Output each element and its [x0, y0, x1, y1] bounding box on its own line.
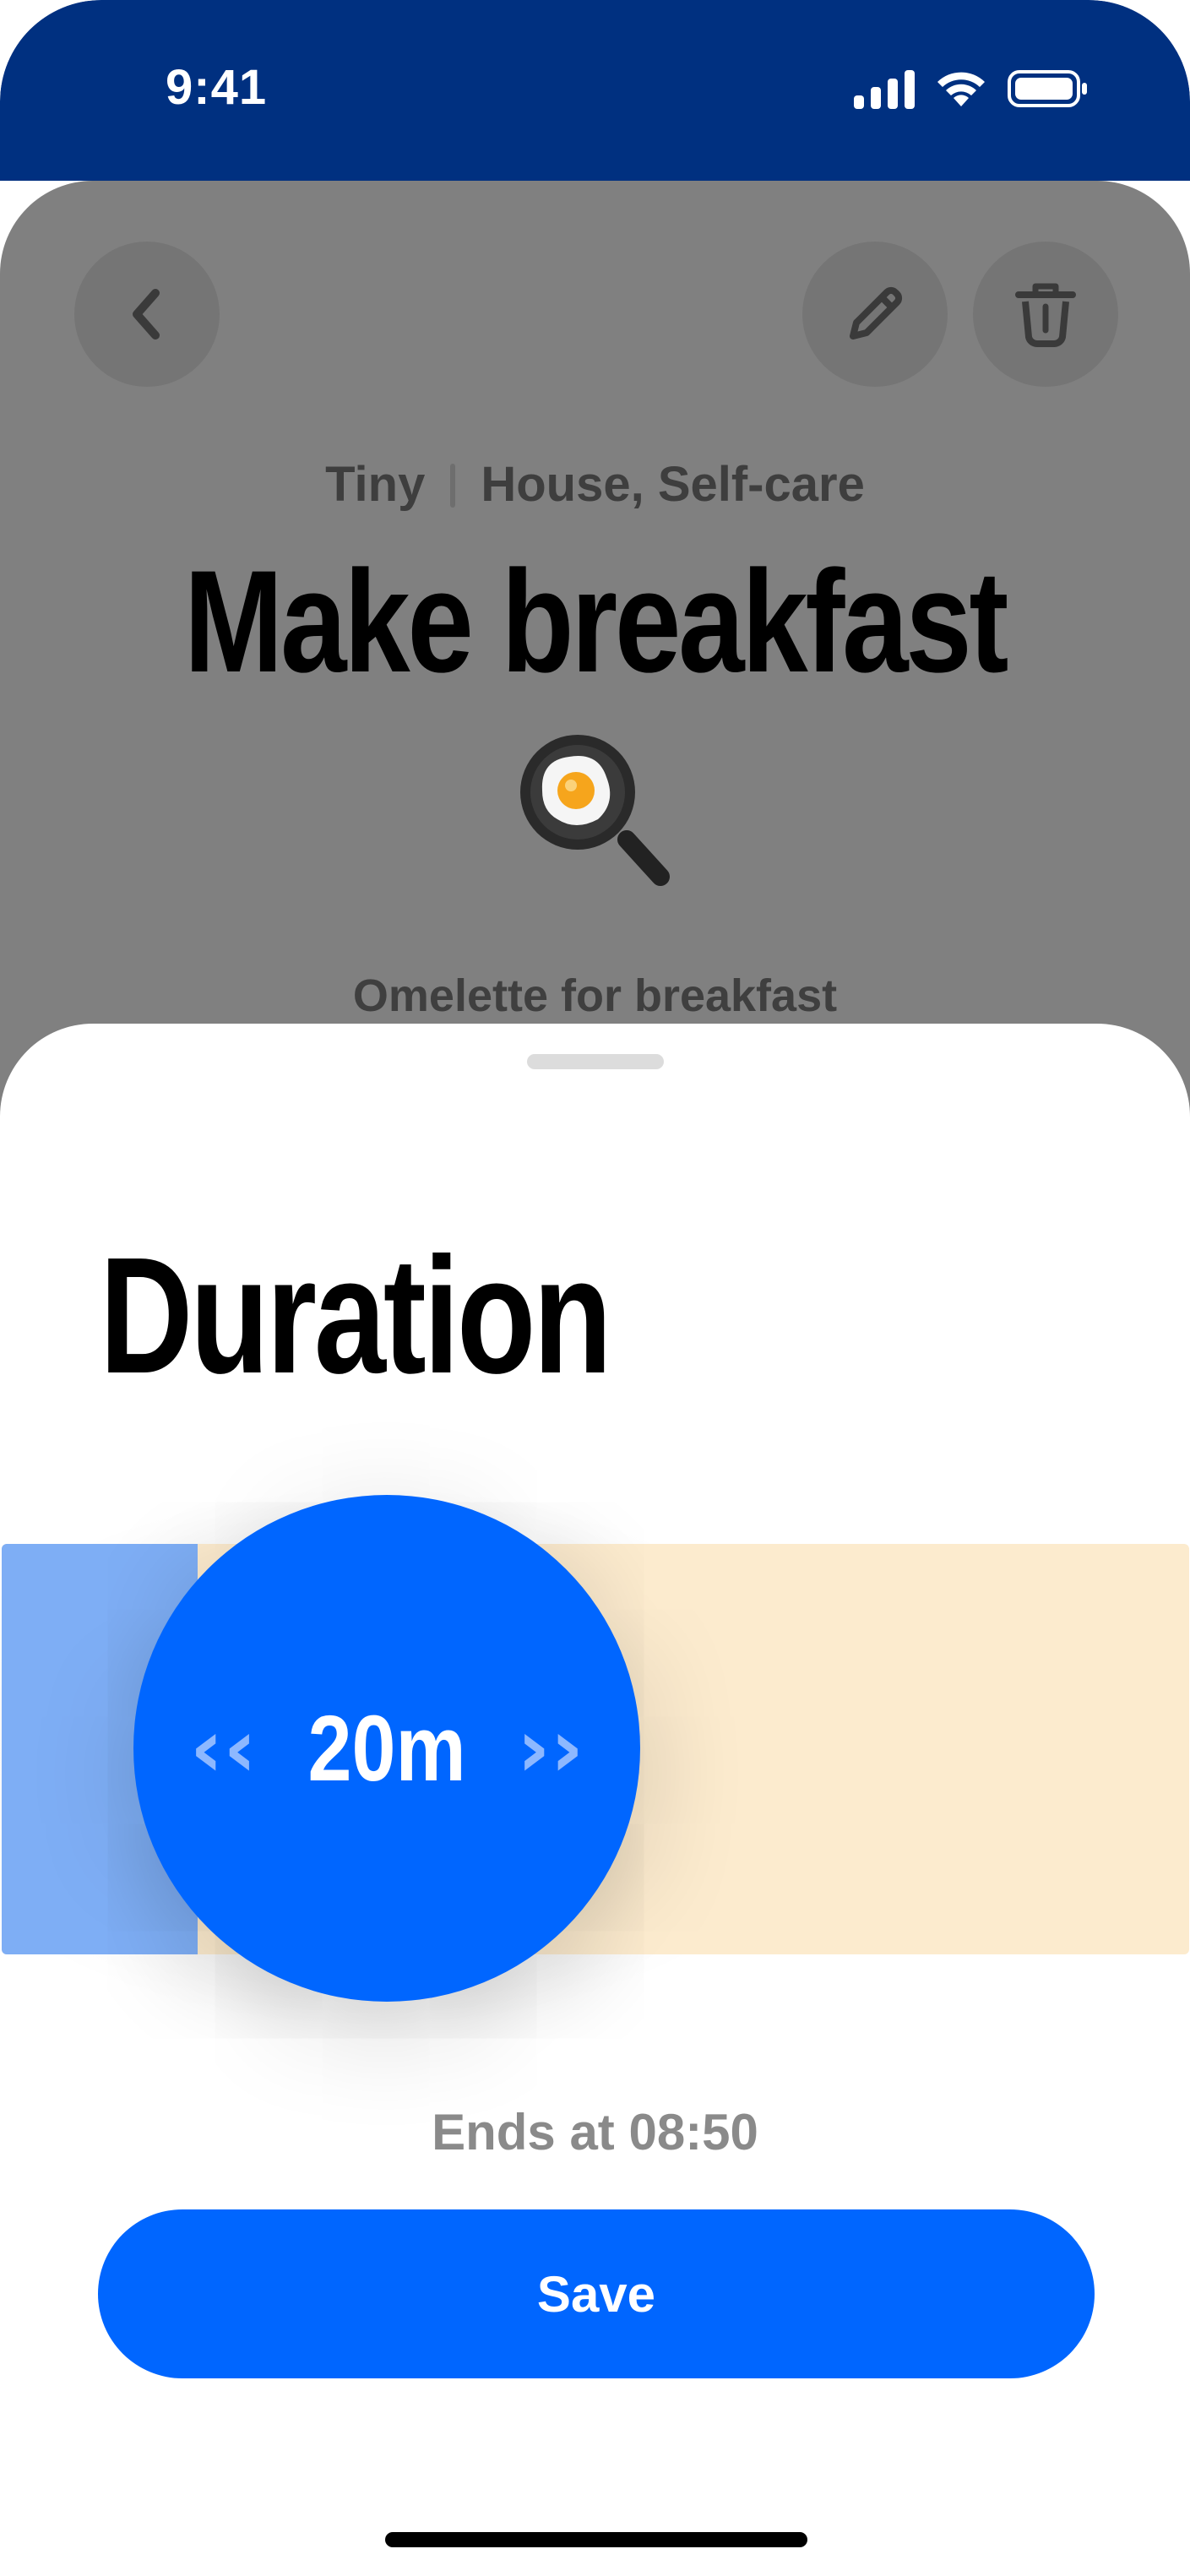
chevrons-right-icon: ››: [517, 1701, 584, 1796]
phone-screen: 9:41 Tiny House, Self-care Make breakfas…: [0, 0, 1190, 2576]
meta-divider: [450, 464, 456, 508]
chevrons-left-icon: ‹‹: [189, 1701, 257, 1796]
pencil-icon: [850, 286, 903, 340]
ends-at-label: Ends at 08:50: [432, 2104, 758, 2160]
sheet-grabber[interactable]: [527, 1054, 664, 1069]
chevron-left-icon: [133, 289, 160, 340]
edit-button[interactable]: [802, 242, 948, 387]
task-note: Omelette for breakfast: [352, 970, 838, 1021]
status-time: 9:41: [166, 60, 268, 115]
duration-value: 20m: [307, 1696, 466, 1801]
frying-pan-egg-icon: [517, 731, 677, 892]
delete-button[interactable]: [973, 242, 1118, 387]
home-indicator: [385, 2532, 807, 2547]
battery-icon: [1008, 69, 1089, 108]
back-button[interactable]: [74, 242, 220, 387]
sheet-title: Duration: [100, 1223, 612, 1408]
task-meta: Tiny House, Self-care: [0, 456, 1190, 513]
trash-icon: [1015, 283, 1076, 347]
wifi-icon: [935, 69, 987, 108]
status-bar: 9:41: [0, 0, 1190, 181]
task-title: Make breakfast: [183, 541, 1009, 703]
status-icons: [854, 66, 1089, 111]
cellular-signal-icon: [854, 68, 915, 109]
task-categories: House, Self-care: [481, 457, 865, 512]
save-button[interactable]: Save: [98, 2209, 1095, 2378]
duration-slider-knob[interactable]: ‹‹ 20m ››: [133, 1495, 640, 2002]
task-size: Tiny: [325, 457, 426, 512]
